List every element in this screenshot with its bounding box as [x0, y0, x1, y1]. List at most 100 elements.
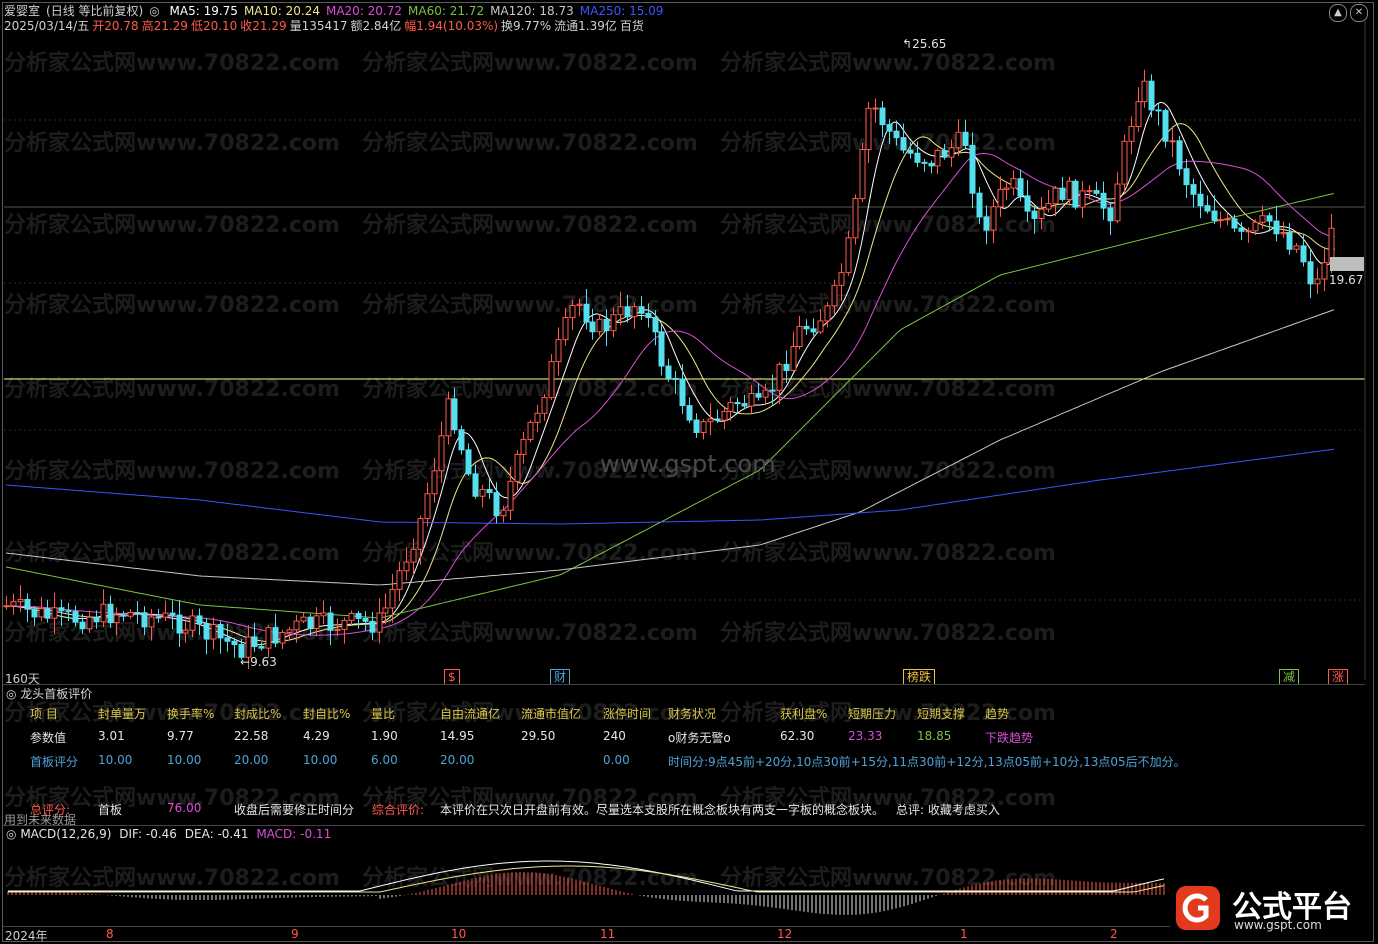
- candle-body: [451, 398, 458, 431]
- candle-body: [424, 493, 431, 520]
- table-cell: 10.00: [98, 753, 133, 767]
- candle-body: [10, 601, 17, 607]
- candle-body: [1176, 140, 1183, 170]
- candle-body: [645, 312, 652, 319]
- candle-body: [1024, 195, 1031, 212]
- center-watermark: www.gspt.com: [600, 450, 776, 478]
- candle-body: [162, 612, 169, 618]
- candle-body: [286, 629, 293, 633]
- repeated-watermark: 分析家公式网www.70822.com: [4, 865, 340, 891]
- candle-body: [1224, 218, 1231, 221]
- event-badge[interactable]: 榜跌: [903, 669, 936, 685]
- candle-body: [410, 548, 417, 563]
- event-badge[interactable]: 涨: [1328, 669, 1349, 685]
- candle-body: [555, 339, 562, 363]
- candle-body: [976, 192, 983, 218]
- candle-body: [658, 331, 665, 367]
- candle-body: [1169, 140, 1176, 143]
- candle-body: [472, 473, 479, 497]
- row-label: 参数值: [30, 731, 67, 745]
- candle-body: [1273, 220, 1280, 235]
- x-axis-label: 1: [960, 927, 968, 941]
- candle-body: [382, 607, 389, 614]
- candle-body: [686, 405, 693, 421]
- event-badge[interactable]: $: [444, 669, 460, 685]
- candle-body: [134, 612, 141, 615]
- candle-body: [790, 345, 797, 371]
- event-badge[interactable]: 财: [550, 669, 571, 685]
- candle-body: [203, 622, 210, 640]
- candle-body: [341, 619, 348, 630]
- candle-body: [569, 304, 576, 319]
- candle-body: [334, 628, 341, 631]
- table-header: 封单量万: [98, 707, 147, 721]
- candle-body: [596, 318, 603, 333]
- table-header: 量比: [371, 707, 396, 721]
- candle-body: [665, 365, 672, 379]
- panel-title[interactable]: ◎ 龙头首板评价: [6, 685, 92, 702]
- candle-body: [127, 612, 134, 617]
- candle-body: [762, 389, 769, 398]
- candle-body: [465, 449, 472, 475]
- repeated-watermark: 分析家公式网www.70822.com: [720, 212, 1056, 238]
- table-header: 获利盘%: [780, 707, 828, 721]
- candle-body: [1072, 180, 1079, 208]
- candle-body: [293, 620, 300, 631]
- candle-body: [962, 131, 969, 146]
- candle-body: [493, 492, 500, 517]
- note-correction: 收盘后需要修正时间分: [234, 803, 355, 817]
- candle-body: [859, 149, 866, 200]
- candle-body: [997, 188, 1004, 208]
- candle-body: [24, 598, 31, 610]
- table-cell: 20.00: [234, 753, 269, 767]
- candle-body: [1183, 168, 1190, 186]
- candle-body: [189, 615, 196, 631]
- high-marker: ↰25.65: [902, 37, 947, 51]
- candle-body: [748, 393, 755, 407]
- candle-body: [1141, 80, 1148, 103]
- candle-body: [734, 402, 741, 405]
- candle-body: [886, 124, 893, 132]
- table-header: 流通市值亿: [521, 707, 582, 721]
- candle-body: [1128, 126, 1135, 142]
- candle-body: [1197, 193, 1204, 207]
- comp-text: 本评价在只次日开盘前有效。尽量选本支股所在概念板块有两支一字板的概念板块。: [440, 803, 885, 817]
- candle-body: [486, 488, 493, 494]
- candle-body: [58, 607, 65, 612]
- candle-body: [1093, 190, 1100, 194]
- candle-body: [603, 318, 610, 332]
- candle-body: [403, 561, 410, 572]
- candle-body: [576, 303, 583, 306]
- macd-toggle-icon[interactable]: ◎: [6, 827, 16, 841]
- candle-body: [865, 107, 872, 151]
- candle-body: [217, 623, 224, 639]
- candle-body: [617, 306, 624, 316]
- brand-logo: 公式平台 www.gspt.com: [1170, 880, 1370, 936]
- macd-header: ◎ MACD(12,26,9) DIF: -0.46 DEA: -0.41 MA…: [6, 827, 331, 841]
- candle-body: [300, 616, 307, 622]
- candle-body: [72, 610, 79, 623]
- repeated-watermark: 分析家公式网www.70822.com: [720, 130, 1056, 156]
- candle-body: [176, 614, 183, 634]
- repeated-watermark: 分析家公式网www.70822.com: [720, 376, 1056, 402]
- candle-body: [1238, 227, 1245, 232]
- candle-body: [721, 410, 728, 421]
- total-kind: 首板: [98, 803, 123, 817]
- candle-body: [589, 321, 596, 333]
- event-badge[interactable]: 减: [1279, 669, 1300, 685]
- row-label: 首板评分: [30, 755, 79, 769]
- candle-body: [169, 612, 176, 616]
- candle-body: [1010, 178, 1017, 189]
- candle-body: [258, 646, 265, 649]
- candle-body: [141, 612, 148, 628]
- macd-label: MACD(12,26,9): [20, 827, 112, 841]
- table-header: 短期支撑: [917, 707, 966, 721]
- candle-body: [417, 518, 424, 550]
- candle-body: [362, 617, 369, 622]
- table-header: 自由流通亿: [440, 707, 501, 721]
- candle-body: [1266, 215, 1273, 222]
- x-axis-label: 2024年: [5, 929, 48, 943]
- candle-body: [458, 429, 465, 451]
- candle-body: [838, 272, 845, 286]
- repeated-watermark: 分析家公式网www.70822.com: [4, 376, 340, 402]
